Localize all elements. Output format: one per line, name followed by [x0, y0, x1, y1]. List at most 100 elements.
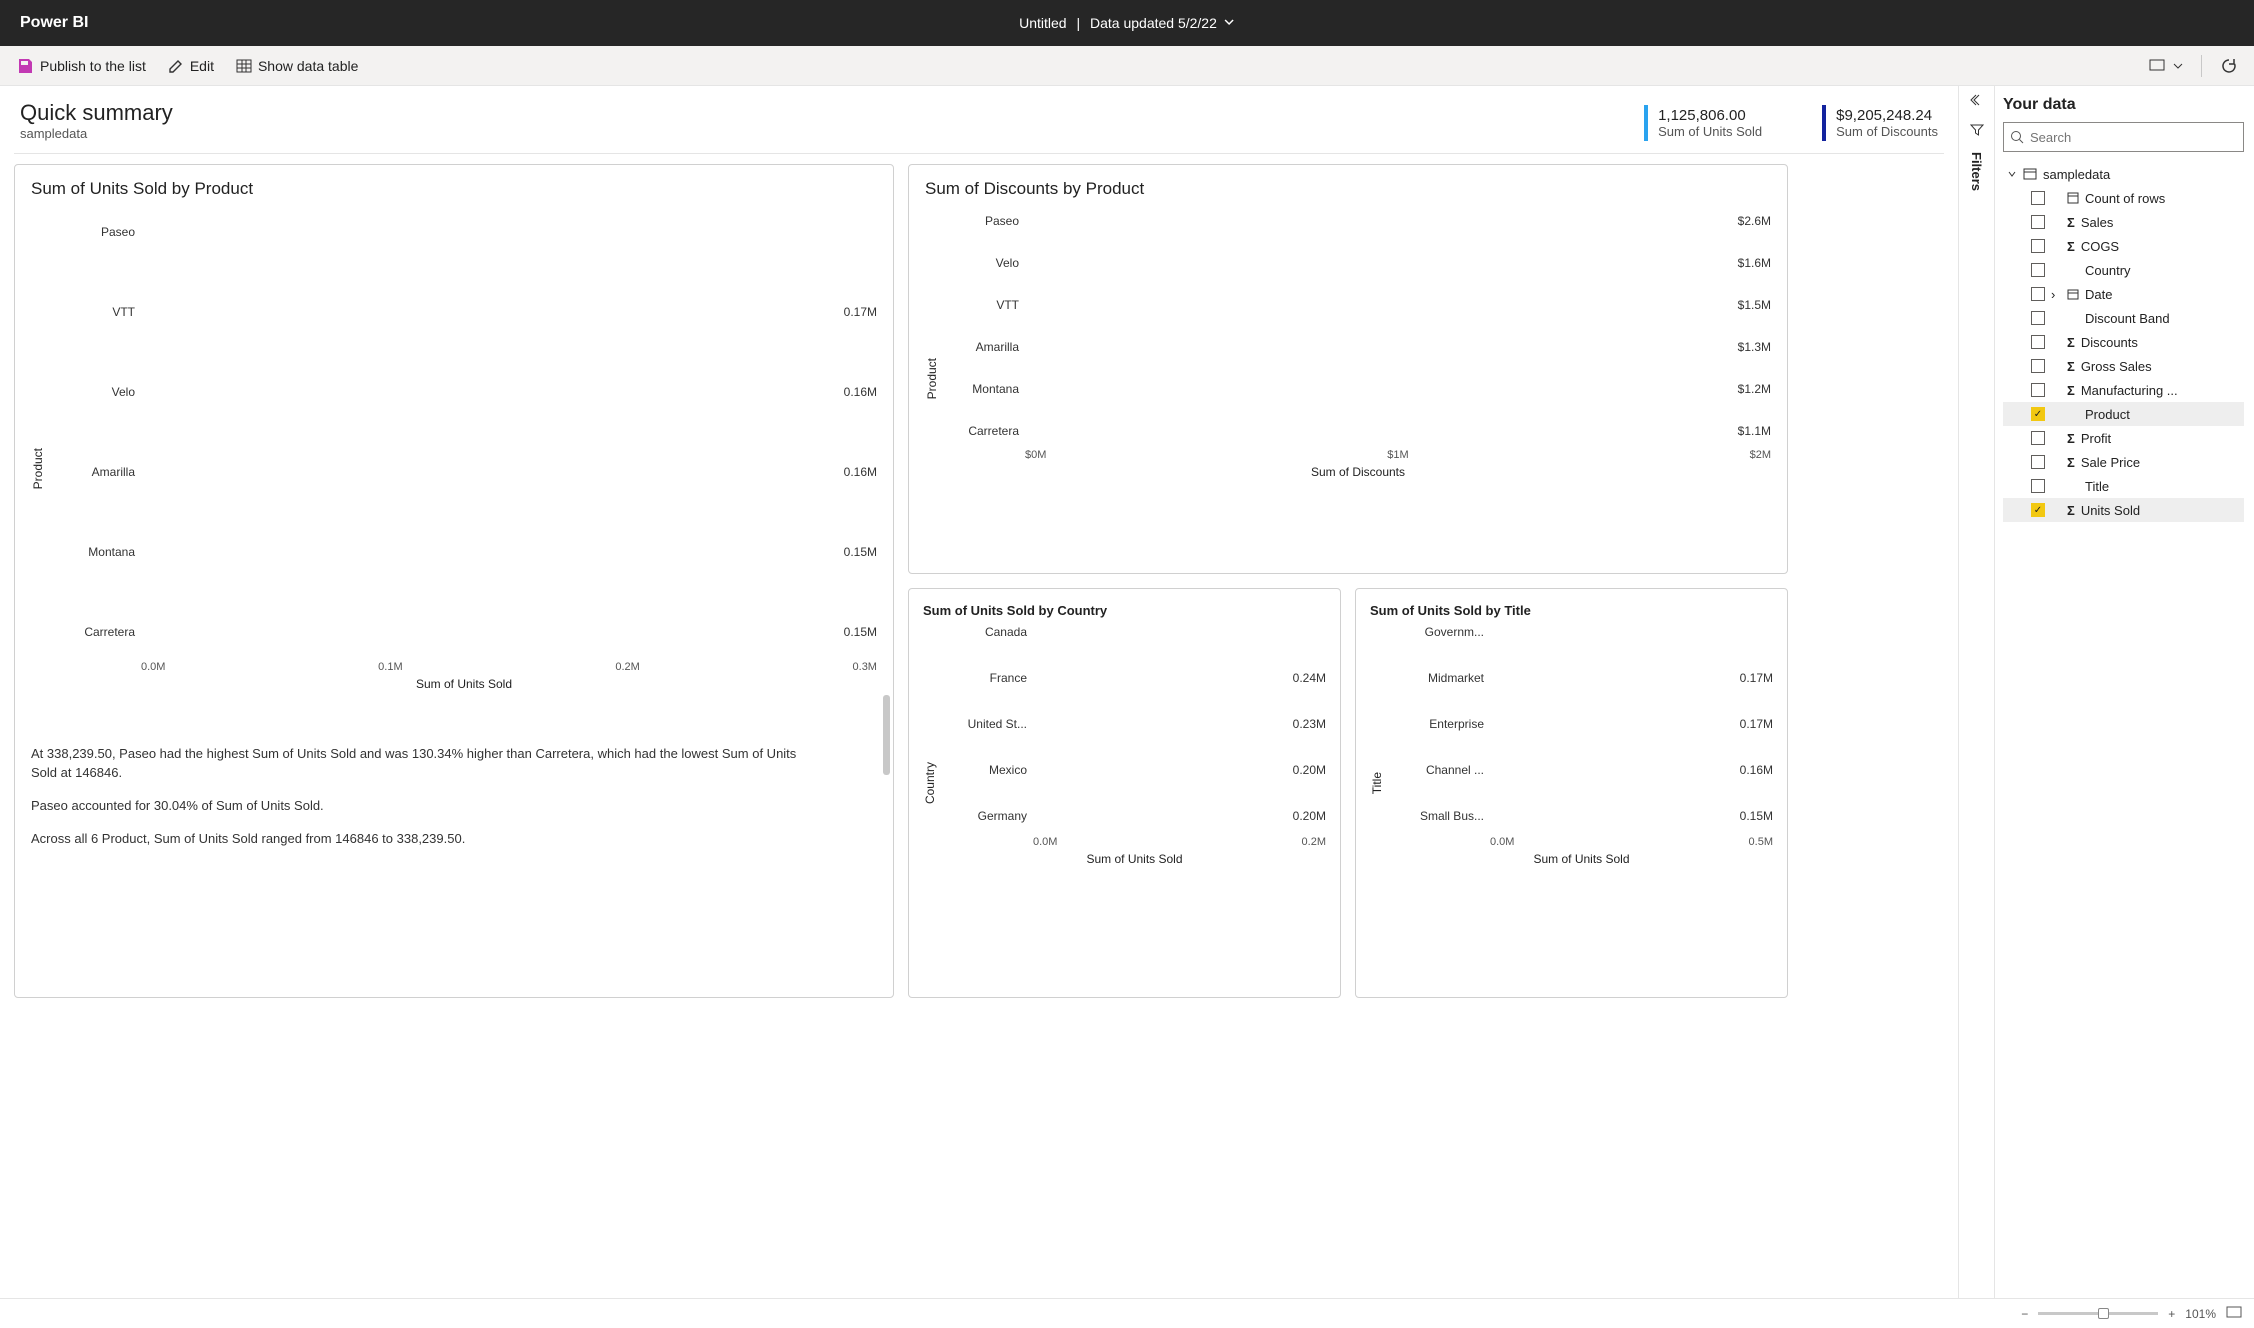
- field-checkbox[interactable]: [2031, 359, 2045, 373]
- tile-units-by-title[interactable]: Sum of Units Sold by Title TitleGovernm.…: [1355, 588, 1788, 998]
- search-input[interactable]: [2030, 130, 2237, 145]
- field-row[interactable]: ✓Product: [2003, 402, 2244, 426]
- field-row[interactable]: Country: [2003, 258, 2244, 282]
- category-label: Germany: [943, 809, 1033, 823]
- bar[interactable]: Carretera $1.1M: [945, 419, 1771, 443]
- zoom-slider[interactable]: [2038, 1312, 2158, 1315]
- data-updated: Data updated 5/2/22: [1090, 15, 1217, 31]
- title-center[interactable]: Untitled | Data updated 5/2/22: [1019, 15, 1235, 31]
- fit-page-button[interactable]: [2226, 1306, 2242, 1321]
- bar[interactable]: Paseo$2.6M: [945, 209, 1771, 233]
- search-icon: [2010, 130, 2024, 144]
- zoom-in-button[interactable]: +: [2168, 1307, 2175, 1321]
- y-axis-label: Product: [31, 448, 45, 489]
- value-label: 0.17M: [844, 305, 877, 319]
- bar[interactable]: Montana0.15M: [51, 529, 877, 575]
- bar[interactable]: Montana $1.2M: [945, 377, 1771, 401]
- tile-discounts-by-product[interactable]: Sum of Discounts by Product ProductPaseo…: [908, 164, 1788, 574]
- field-row[interactable]: Count of rows: [2003, 186, 2244, 210]
- field-checkbox[interactable]: [2031, 287, 2045, 301]
- sigma-icon: Σ: [2067, 215, 2075, 230]
- sigma-icon: Σ: [2067, 359, 2075, 374]
- field-search[interactable]: [2003, 122, 2244, 152]
- bar[interactable]: Amarilla0.16M: [51, 449, 877, 495]
- chevron-right-icon[interactable]: ›: [2051, 287, 2061, 302]
- category-label: Carretera: [945, 424, 1025, 438]
- bar[interactable]: Carretera0.15M: [51, 609, 877, 655]
- scrollbar[interactable]: [883, 695, 890, 775]
- bar[interactable]: Paseo0.34M: [51, 209, 877, 255]
- refresh-button[interactable]: [2216, 53, 2242, 79]
- bar[interactable]: Midmarket0.17M: [1390, 664, 1773, 692]
- table-icon: [2023, 167, 2037, 181]
- field-row[interactable]: ΣManufacturing ...: [2003, 378, 2244, 402]
- bar[interactable]: VTT$1.5M: [945, 293, 1771, 317]
- field-row[interactable]: Title: [2003, 474, 2244, 498]
- category-label: Amarilla: [51, 465, 141, 479]
- bar[interactable]: Enterprise0.17M: [1390, 710, 1773, 738]
- field-checkbox[interactable]: [2031, 191, 2045, 205]
- category-label: Paseo: [945, 214, 1025, 228]
- edit-button[interactable]: Edit: [164, 54, 218, 78]
- chevron-down-icon[interactable]: [1223, 15, 1235, 31]
- field-checkbox[interactable]: [2031, 239, 2045, 253]
- field-checkbox[interactable]: [2031, 215, 2045, 229]
- bar[interactable]: Velo$1.6M: [945, 251, 1771, 275]
- view-mode-button[interactable]: [2145, 55, 2187, 77]
- field-row[interactable]: ›Date: [2003, 282, 2244, 306]
- field-checkbox[interactable]: ✓: [2031, 503, 2045, 517]
- filter-icon[interactable]: [1970, 123, 1984, 140]
- bar[interactable]: Velo0.16M: [51, 369, 877, 415]
- metric-discounts[interactable]: $9,205,248.24 Sum of Discounts: [1822, 105, 1938, 141]
- field-checkbox[interactable]: ✓: [2031, 407, 2045, 421]
- category-label: Montana: [945, 382, 1025, 396]
- field-row[interactable]: ΣDiscounts: [2003, 330, 2244, 354]
- collapse-icon[interactable]: [1969, 92, 1985, 111]
- bar[interactable]: Mexico0.20M: [943, 756, 1326, 784]
- brand-label: Power BI: [20, 14, 88, 32]
- tile-units-by-product[interactable]: Sum of Units Sold by Product ProductPase…: [14, 164, 894, 998]
- sigma-icon: Σ: [2067, 335, 2075, 350]
- field-label: Sale Price: [2081, 455, 2140, 470]
- bar[interactable]: France0.24M: [943, 664, 1326, 692]
- bar[interactable]: VTT0.17M: [51, 289, 877, 335]
- zoom-out-button[interactable]: −: [2021, 1307, 2028, 1321]
- value-label: $1.2M: [1738, 382, 1771, 396]
- bar[interactable]: Small Bus...0.15M: [1390, 802, 1773, 830]
- field-row[interactable]: ΣProfit: [2003, 426, 2244, 450]
- tile-units-by-country[interactable]: Sum of Units Sold by Country CountryCana…: [908, 588, 1341, 998]
- page-subtitle: sampledata: [20, 126, 173, 141]
- value-label: 0.17M: [1740, 717, 1773, 731]
- field-row[interactable]: ✓ΣUnits Sold: [2003, 498, 2244, 522]
- field-row[interactable]: Discount Band: [2003, 306, 2244, 330]
- value-label: $1.1M: [1738, 424, 1771, 438]
- metric-units-sold[interactable]: 1,125,806.00 Sum of Units Sold: [1644, 105, 1762, 141]
- zoom-level: 101%: [2185, 1307, 2216, 1321]
- count-icon: [2067, 192, 2079, 204]
- bar[interactable]: Amarilla$1.3M: [945, 335, 1771, 359]
- publish-button[interactable]: Publish to the list: [12, 53, 150, 79]
- bar[interactable]: United St...0.23M: [943, 710, 1326, 738]
- field-checkbox[interactable]: [2031, 263, 2045, 277]
- show-data-table-button[interactable]: Show data table: [232, 54, 362, 78]
- status-bar: − + 101%: [0, 1298, 2254, 1328]
- field-checkbox[interactable]: [2031, 335, 2045, 349]
- field-row[interactable]: ΣSales: [2003, 210, 2244, 234]
- field-checkbox[interactable]: [2031, 383, 2045, 397]
- pencil-icon: [168, 58, 184, 74]
- field-row[interactable]: ΣSale Price: [2003, 450, 2244, 474]
- table-node[interactable]: sampledata: [2003, 162, 2244, 186]
- category-label: Small Bus...: [1390, 809, 1490, 823]
- field-row[interactable]: ΣGross Sales: [2003, 354, 2244, 378]
- bar[interactable]: Governm...0.47M: [1390, 618, 1773, 646]
- field-checkbox[interactable]: [2031, 431, 2045, 445]
- field-checkbox[interactable]: [2031, 311, 2045, 325]
- field-checkbox[interactable]: [2031, 479, 2045, 493]
- bar[interactable]: Canada0.25M: [943, 618, 1326, 646]
- value-label: 0.16M: [844, 385, 877, 399]
- field-checkbox[interactable]: [2031, 455, 2045, 469]
- filters-rail[interactable]: Filters: [1958, 86, 1994, 1298]
- bar[interactable]: Germany0.20M: [943, 802, 1326, 830]
- bar[interactable]: Channel ...0.16M: [1390, 756, 1773, 784]
- field-row[interactable]: ΣCOGS: [2003, 234, 2244, 258]
